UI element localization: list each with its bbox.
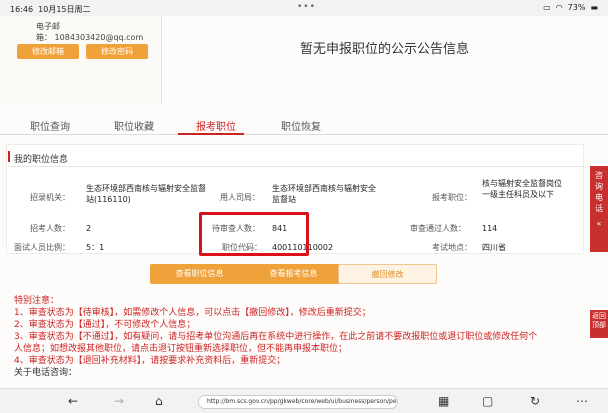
position-label: 报考职位： bbox=[432, 193, 472, 202]
collapse-icon: « bbox=[596, 219, 602, 228]
passed-review-label: 审查通过人数： bbox=[410, 224, 466, 233]
wifi-icon: ◠ bbox=[555, 3, 563, 12]
note-line-5: 关于电话咨询： bbox=[14, 368, 78, 378]
page-content: 电子邮箱： 1084303420@qq.com 修改邮箱 修改密码 暂无申报职位… bbox=[0, 16, 608, 388]
refresh-icon[interactable]: ↻ bbox=[530, 394, 540, 408]
tab-applied-position[interactable]: 报考职位 bbox=[196, 118, 236, 133]
tabs-count-icon[interactable]: ▢ bbox=[482, 394, 493, 408]
interview-ratio-value: 5：1 bbox=[86, 243, 105, 252]
passed-review-value: 114 bbox=[482, 224, 498, 233]
view-application-button[interactable]: 查看报考信息 bbox=[244, 264, 343, 284]
account-panel: 电子邮箱： 1084303420@qq.com 修改邮箱 修改密码 bbox=[0, 16, 162, 104]
exam-location-value: 四川省 bbox=[482, 243, 506, 252]
multitask-dots[interactable]: ••• bbox=[297, 2, 316, 12]
consult-phone-tab[interactable]: 咨询电话 « bbox=[590, 166, 608, 252]
highlight-box bbox=[199, 212, 309, 256]
note-line-2: 2、审查状态为【通过】，不可修改个人信息； bbox=[14, 320, 196, 330]
tab-favorites[interactable]: 职位收藏 bbox=[114, 118, 154, 133]
url-bar[interactable]: http://bm.scs.gov.cn/pp/gkweb/core/web/u… bbox=[198, 395, 398, 409]
tab-bar: 职位查询 职位收藏 报考职位 职位恢复 bbox=[0, 115, 608, 135]
browser-toolbar: ← → ⌂ http://bm.scs.gov.cn/pp/gkweb/core… bbox=[0, 388, 608, 413]
forward-arrow-icon[interactable]: → bbox=[114, 394, 124, 408]
change-email-button[interactable]: 修改邮箱 bbox=[17, 44, 79, 59]
view-position-button[interactable]: 查看职位信息 bbox=[150, 264, 249, 284]
recruit-count-value: 2 bbox=[86, 224, 92, 233]
section-divider bbox=[8, 166, 583, 167]
interview-ratio-label: 面试人员比例： bbox=[14, 243, 70, 252]
notes-block: 特别注意： 1、审查状态为【待审核】，如需修改个人信息，可以点击【撤回修改】，修… bbox=[14, 295, 594, 379]
note-line-3: 3、审查状态为【不通过】，如有疑问，请与招考单位沟通后再在系统中进行操作，在此之… bbox=[14, 332, 538, 342]
more-icon[interactable]: ⋯ bbox=[576, 394, 588, 408]
dept-value: 生态环境部西南核与辐射安全监督站(116110) bbox=[86, 184, 206, 204]
dept-label: 招录机关： bbox=[30, 193, 70, 202]
change-password-button[interactable]: 修改密码 bbox=[86, 44, 148, 59]
back-arrow-icon[interactable]: ← bbox=[68, 394, 78, 408]
employer-value: 生态环境部西南核与辐射安全监督站 bbox=[272, 184, 376, 204]
battery-percent: 73% bbox=[567, 3, 586, 12]
notes-heading: 特别注意： bbox=[14, 296, 60, 306]
status-right: ▭ ◠ 73% ▬ bbox=[543, 3, 598, 12]
battery-icon: ▬ bbox=[590, 3, 598, 12]
section-title: 我的职位信息 bbox=[14, 155, 69, 165]
note-line-1: 1、审查状态为【待审核】，如需修改个人信息，可以点击【撤回修改】，修改后重新提交… bbox=[14, 308, 371, 318]
exam-location-label: 考试地点： bbox=[432, 243, 472, 252]
cast-icon: ▭ bbox=[543, 3, 551, 12]
tab-position-search[interactable]: 职位查询 bbox=[30, 118, 70, 133]
position-value: 核与辐射安全监督岗位一级主任科员及以下 bbox=[482, 179, 562, 199]
employer-label: 用人司局： bbox=[220, 193, 260, 202]
home-icon[interactable]: ⌂ bbox=[155, 394, 163, 408]
status-time: 16:46 10月15日周二 bbox=[10, 5, 91, 14]
active-tab-indicator bbox=[178, 133, 244, 135]
menu-grid-icon[interactable]: ▦ bbox=[438, 394, 449, 408]
status-bar: 16:46 10月15日周二 ••• ▭ ◠ 73% ▬ bbox=[0, 0, 608, 16]
tab-restore-position[interactable]: 职位恢复 bbox=[281, 118, 321, 133]
withdraw-button[interactable]: 撤回修改 bbox=[338, 264, 437, 284]
back-to-top-tab[interactable]: 返回顶部 bbox=[590, 310, 608, 338]
note-line-4: 4、审查状态为【退回补充材料】，请按要求补充资料后，重新提交； bbox=[14, 356, 286, 366]
email-line: 电子邮箱： 1084303420@qq.com bbox=[36, 22, 144, 42]
announcement-notice: 暂无申报职位的公示公告信息 bbox=[300, 42, 470, 57]
section-marker bbox=[8, 151, 10, 162]
note-line-3b: 人信息；如想改报其他职位，请点击退订按钮重新选择职位，但不能再申报本职位； bbox=[14, 344, 348, 354]
recruit-count-label: 招考人数： bbox=[30, 224, 70, 233]
